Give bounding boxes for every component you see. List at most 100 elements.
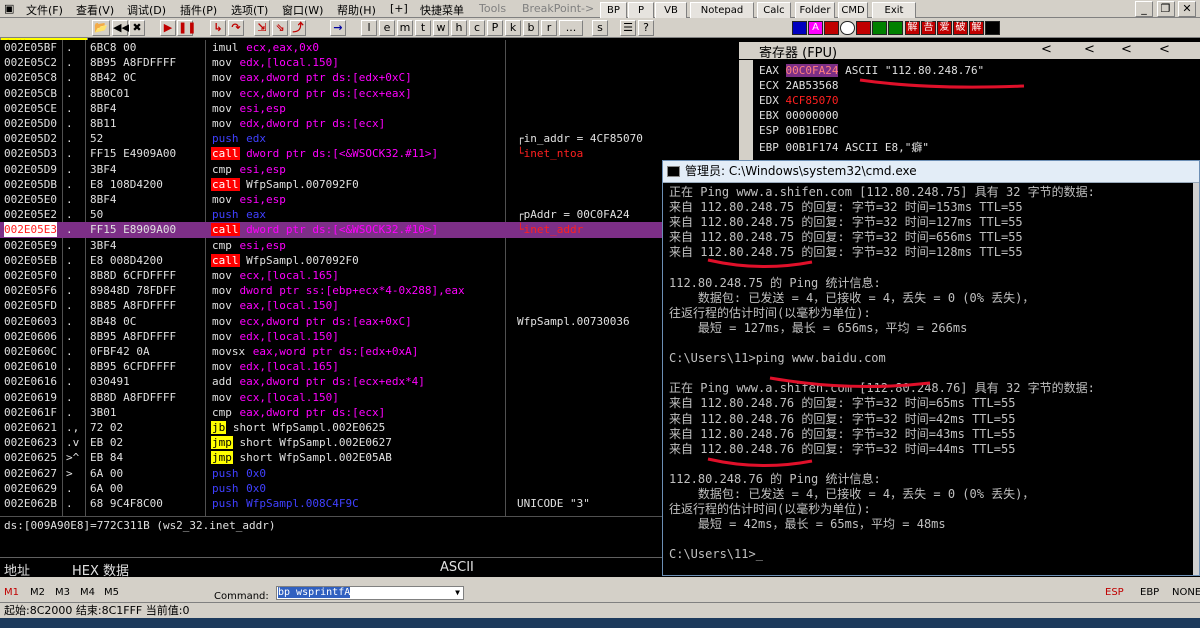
dump-tab-m2[interactable]: M2	[30, 587, 45, 598]
menu-shortcut[interactable]: 快捷菜单	[420, 2, 464, 18]
tb-e[interactable]: e	[379, 20, 395, 36]
disasm-row[interactable]: 002E05D9. 3BF4 cmp esi,esp	[0, 162, 662, 177]
cmd-title-bar[interactable]: 管理员: C:\Windows\system32\cmd.exe	[663, 161, 1199, 183]
toolbar-color-icon-3[interactable]	[856, 21, 871, 35]
disasm-row[interactable]: 002E05CB. 8B0C01 mov ecx,dword ptr ds:[ecx…	[0, 86, 662, 101]
scroll-left-icon-3[interactable]: <	[1121, 42, 1132, 57]
toolbar-color-icon-2[interactable]	[824, 21, 839, 35]
tb-k[interactable]: k	[505, 20, 521, 36]
dump-tab-m1[interactable]: M1	[4, 587, 19, 598]
disasm-row[interactable]: 002E05EB. E8 008D4200 call WfpSampl.007092…	[0, 253, 662, 268]
disasm-row[interactable]: 002E0616. 030491 add eax,dword ptr ds:[ecx…	[0, 374, 662, 389]
registers-scrollbar[interactable]	[739, 60, 753, 160]
disasm-row[interactable]: 002E05E0. 8BF4 mov esi,esp	[0, 192, 662, 207]
scroll-left-icon-2[interactable]: <	[1084, 42, 1095, 57]
cmd-output[interactable]: 正在 Ping www.a.shifen.com [112.80.248.75]…	[669, 185, 1197, 575]
minimize-icon[interactable]: _	[1135, 1, 1153, 17]
close-icon[interactable]: ✕	[1178, 1, 1196, 17]
p-button[interactable]: P	[628, 2, 654, 19]
bp-button[interactable]: BP	[600, 2, 627, 19]
register-row[interactable]: EBX 00000000	[759, 109, 838, 122]
menu-plugins[interactable]: 插件(P)	[180, 2, 217, 18]
toolbar-jie2-icon[interactable]: 解	[969, 21, 984, 35]
toolbar-black-icon[interactable]	[985, 21, 1000, 35]
vb-button[interactable]: VB	[655, 2, 687, 19]
disasm-row[interactable]: 002E05F0. 8B8D 6CFDFFFF mov ecx,[local.165…	[0, 268, 662, 283]
calc-button[interactable]: Calc	[757, 2, 791, 19]
tb-more[interactable]: ...	[559, 20, 583, 36]
open-icon[interactable]: 📂	[92, 20, 110, 36]
disasm-row[interactable]: 002E0627 >6A 00 push 0x0	[0, 466, 662, 481]
disasm-row[interactable]: 002E05D0. 8B11 mov edx,dword ptr ds:[ecx]	[0, 116, 662, 131]
disasm-row[interactable]: 002E05E2. 50 push eax ┌pAddr = 00C0FA24	[0, 207, 662, 222]
trace-into-icon[interactable]: ⇲	[254, 20, 270, 36]
menu-tools[interactable]: Tools	[479, 2, 506, 15]
rewind-icon[interactable]: ◀◀	[112, 20, 130, 36]
chevron-down-icon[interactable]: ▼	[452, 587, 463, 599]
tb-s[interactable]: s	[592, 20, 608, 36]
menu-window[interactable]: 窗口(W)	[282, 2, 323, 18]
menu-plus[interactable]: [+]	[390, 2, 408, 15]
disasm-row[interactable]: 002E05D3. FF15 E4909A00 call dword ptr ds:…	[0, 146, 662, 161]
dump-tab-m4[interactable]: M4	[80, 587, 95, 598]
register-row[interactable]: ESP 00B1EDBC	[759, 124, 838, 137]
toolbar-jie-icon[interactable]: 解	[905, 21, 920, 35]
disasm-row[interactable]: 002E0610. 8B95 6CFDFFFF mov edx,[local.165…	[0, 359, 662, 374]
register-row[interactable]: EAX 00C0FA24 ASCII "112.80.248.76"	[759, 64, 984, 77]
folder-button[interactable]: Folder	[795, 2, 835, 19]
disasm-row[interactable]: 002E0623 .v EB 02 jmp short WfpSampl.002E06…	[0, 435, 662, 450]
disasm-row[interactable]: 002E05E9. 3BF4 cmp esi,esp	[0, 238, 662, 253]
disasm-row[interactable]: 002E060C. 0FBF42 0A movsx eax,word ptr ds:…	[0, 344, 662, 359]
disasm-row[interactable]: 002E05F6. 89848D 78FDFF mov dword ptr ss:[…	[0, 283, 662, 298]
cmd-scrollbar[interactable]	[1193, 183, 1199, 575]
tb-h[interactable]: h	[451, 20, 467, 36]
register-row[interactable]: EDX 4CF85070	[759, 94, 838, 107]
exit-button[interactable]: Exit	[872, 2, 916, 19]
disasm-row[interactable]: 002E061F. 3B01 cmp eax,dword ptr ds:[ecx]	[0, 405, 662, 420]
disasm-row[interactable]: 002E0603. 8B48 0C mov ecx,dword ptr ds:[ea…	[0, 314, 662, 329]
reg-none-toggle[interactable]: NONE	[1172, 587, 1200, 598]
disasm-row[interactable]: 002E0629. 6A 00 push 0x0	[0, 481, 662, 496]
tb-p[interactable]: P	[487, 20, 503, 36]
toolbar-wu-icon[interactable]: 吾	[921, 21, 936, 35]
disasm-row[interactable]: 002E05BF. 6BC8 00 imul ecx,eax,0x0	[0, 40, 662, 55]
menu-view[interactable]: 查看(V)	[76, 2, 114, 18]
toolbar-a-icon[interactable]: A	[808, 21, 823, 35]
tb-b[interactable]: b	[523, 20, 539, 36]
disasm-row[interactable]: 002E05FD. 8B85 A8FDFFFF mov eax,[local.150…	[0, 298, 662, 313]
toolbar-color-icon-5[interactable]	[888, 21, 903, 35]
dump-col-ascii[interactable]: ASCII	[440, 560, 474, 575]
disassembly-pane[interactable]: 002E05BF. 6BC8 00 imul ecx,eax,0x0 002E05C2…	[0, 40, 662, 516]
tb-l[interactable]: l	[361, 20, 377, 36]
run-icon[interactable]: ▶	[160, 20, 176, 36]
scroll-left-icon-4[interactable]: <	[1159, 42, 1170, 57]
tb-t[interactable]: t	[415, 20, 431, 36]
disasm-row[interactable]: 002E05DB. E8 108D4200 call WfpSampl.007092…	[0, 177, 662, 192]
cmd-window[interactable]: 管理员: C:\Windows\system32\cmd.exe 正在 Ping…	[662, 160, 1200, 576]
menu-breakpoint[interactable]: BreakPoint->	[522, 2, 594, 15]
disasm-row[interactable]: 002E0606. 8B95 A8FDFFFF mov edx,[local.150…	[0, 329, 662, 344]
disasm-row[interactable]: 002E0625 >^ EB 84 jmp short WfpSampl.002E05…	[0, 450, 662, 465]
command-input[interactable]: bp wsprintfA	[276, 586, 464, 600]
toolbar-color-icon-1[interactable]	[792, 21, 807, 35]
toolbar-color-icon-4[interactable]	[872, 21, 887, 35]
scroll-left-icon-1[interactable]: <	[1041, 42, 1052, 57]
restore-icon[interactable]: ❐	[1156, 1, 1175, 17]
help-icon[interactable]: ?	[638, 20, 654, 36]
toolbar-circle-icon[interactable]	[840, 21, 855, 35]
list-icon[interactable]: ☰	[620, 20, 636, 36]
disasm-row[interactable]: 002E05D2. 52 push edx ┌in_addr = 4CF85070	[0, 131, 662, 146]
disasm-row[interactable]: 002E05CE. 8BF4 mov esi,esp	[0, 101, 662, 116]
tb-r[interactable]: r	[541, 20, 557, 36]
pause-icon[interactable]: ❚❚	[177, 20, 196, 36]
disasm-row[interactable]: 002E05C8. 8B42 0C mov eax,dword ptr ds:[ed…	[0, 70, 662, 85]
step-over-icon[interactable]: ↷	[228, 20, 244, 36]
step-into-icon[interactable]: ↳	[210, 20, 226, 36]
disasm-row[interactable]: 002E0619. 8B8D A8FDFFFF mov ecx,[local.150…	[0, 390, 662, 405]
menu-file[interactable]: 文件(F)	[26, 2, 63, 18]
toolbar-po-icon[interactable]: 破	[953, 21, 968, 35]
tb-c[interactable]: c	[469, 20, 485, 36]
registers-pane[interactable]: 寄存器 (FPU) < < < < EAX 00C0FA24 ASCII "11…	[739, 40, 1200, 160]
dump-tab-m5[interactable]: M5	[104, 587, 119, 598]
toolbar-ai-icon[interactable]: 爱	[937, 21, 952, 35]
